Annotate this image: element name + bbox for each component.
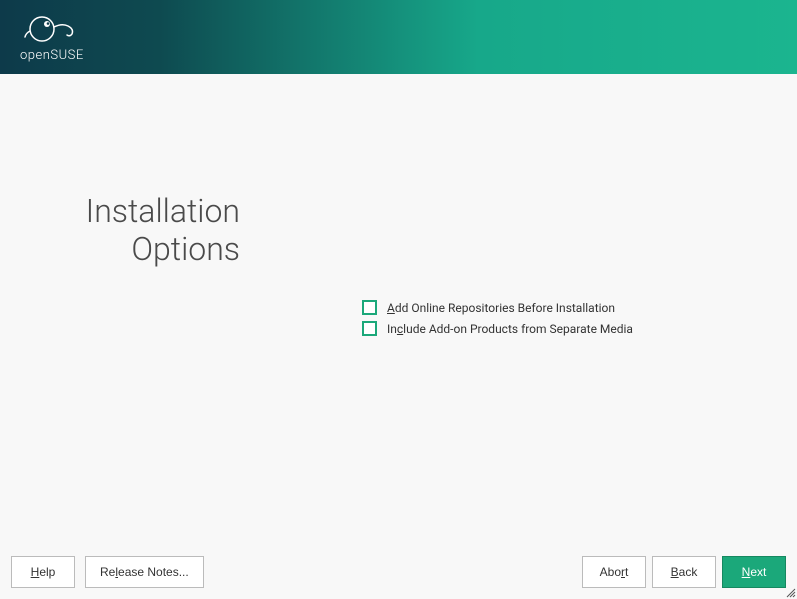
logo-text: openSUSE [20, 48, 84, 63]
opensuse-logo: openSUSE [20, 11, 84, 63]
checkbox-label-online-repos: Add Online Repositories Before Installat… [387, 301, 615, 315]
page-title: Installation Options [0, 192, 240, 269]
checkbox-online-repos[interactable]: Add Online Repositories Before Installat… [362, 300, 633, 315]
footer-right: Abort Back Next [582, 556, 786, 588]
next-button[interactable]: Next [722, 556, 786, 588]
abort-button[interactable]: Abort [582, 556, 646, 588]
main-content: Installation Options Add Online Reposito… [0, 74, 797, 599]
checkbox-addon-products[interactable]: Include Add-on Products from Separate Me… [362, 321, 633, 336]
chameleon-icon [20, 11, 80, 46]
checkbox-box-icon [362, 321, 377, 336]
checkbox-label-addon-products: Include Add-on Products from Separate Me… [387, 322, 633, 336]
release-notes-button[interactable]: Release Notes... [85, 556, 204, 588]
footer: Help Release Notes... Abort Back Next [11, 556, 786, 588]
header: openSUSE [0, 0, 797, 74]
page-title-line2: Options [0, 230, 240, 268]
options-area: Add Online Repositories Before Installat… [362, 300, 633, 342]
page-title-line1: Installation [0, 192, 240, 230]
back-button[interactable]: Back [652, 556, 716, 588]
checkbox-box-icon [362, 300, 377, 315]
resize-handle-icon[interactable] [784, 586, 796, 598]
help-button[interactable]: Help [11, 556, 75, 588]
footer-left: Help Release Notes... [11, 556, 204, 588]
